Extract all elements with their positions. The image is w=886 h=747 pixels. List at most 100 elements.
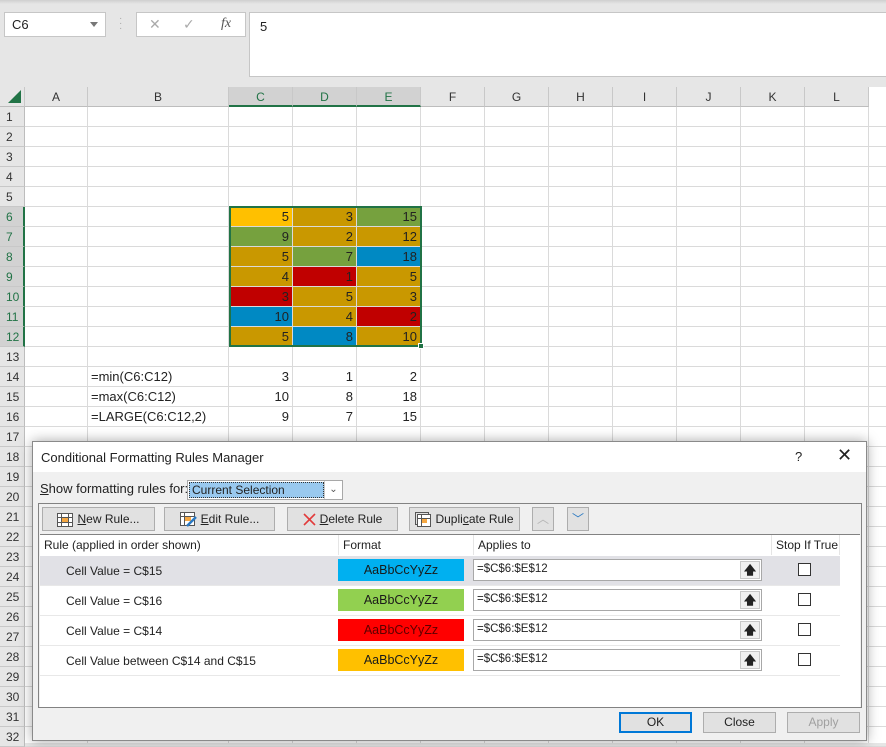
row-header-31[interactable]: 31 xyxy=(0,707,25,727)
row-header-27[interactable]: 27 xyxy=(0,627,25,647)
row-header-18[interactable]: 18 xyxy=(0,447,25,467)
column-header-a[interactable]: A xyxy=(25,87,88,107)
column-header-d[interactable]: D xyxy=(293,87,357,107)
ok-button[interactable]: OK xyxy=(619,712,692,733)
column-header-g[interactable]: G xyxy=(485,87,549,107)
row-header-20[interactable]: 20 xyxy=(0,487,25,507)
close-icon[interactable]: ✕ xyxy=(837,445,852,466)
enter-icon[interactable]: ✓ xyxy=(183,16,195,33)
rule-row[interactable]: Cell Value = C$14 AaBbCcYyZz =$C$6:$E$12… xyxy=(40,616,840,646)
row-header-14[interactable]: 14 xyxy=(0,367,25,387)
applies-to-input[interactable]: =$C$6:$E$12 🡅 xyxy=(473,619,762,641)
stop-if-true-checkbox[interactable] xyxy=(798,623,811,636)
cell-e14[interactable]: 2 xyxy=(357,367,420,386)
row-header-6[interactable]: 6 xyxy=(0,207,25,227)
row-header-13[interactable]: 13 xyxy=(0,347,25,367)
rule-row[interactable]: Cell Value between C$14 and C$15 AaBbCcY… xyxy=(40,646,840,676)
row-header-15[interactable]: 15 xyxy=(0,387,25,407)
rule-row[interactable]: Cell Value = C$15 AaBbCcYyZz =$C$6:$E$12… xyxy=(40,556,840,586)
cell-b16[interactable]: =LARGE(C6:C12,2) xyxy=(88,407,228,426)
column-header-b[interactable]: B xyxy=(88,87,229,107)
delete-rule-button[interactable]: Delete Rule xyxy=(287,507,398,531)
collapse-range-picker-icon[interactable]: 🡅 xyxy=(740,621,760,639)
select-all-button[interactable] xyxy=(0,87,25,107)
applies-to-input[interactable]: =$C$6:$E$12 🡅 xyxy=(473,589,762,611)
column-header-h[interactable]: H xyxy=(549,87,613,107)
edit-rule-button[interactable]: Edit Rule... xyxy=(164,507,275,531)
row-header-7[interactable]: 7 xyxy=(0,227,25,247)
cell-c14[interactable]: 3 xyxy=(229,367,292,386)
row-header-11[interactable]: 11 xyxy=(0,307,25,327)
cell-c15[interactable]: 10 xyxy=(229,387,292,406)
cell-b14[interactable]: =min(C6:C12) xyxy=(88,367,228,386)
row-header-3[interactable]: 3 xyxy=(0,147,25,167)
row-header-30[interactable]: 30 xyxy=(0,687,25,707)
column-header-applies-to[interactable]: Applies to xyxy=(474,535,772,555)
column-header-i[interactable]: I xyxy=(613,87,677,107)
formula-input[interactable]: 5 xyxy=(249,12,886,77)
column-header-stop-if-true[interactable]: Stop If True xyxy=(772,535,840,555)
help-button[interactable]: ? xyxy=(795,449,802,464)
row-header-25[interactable]: 25 xyxy=(0,587,25,607)
cell-e15[interactable]: 18 xyxy=(357,387,420,406)
row-header-12[interactable]: 12 xyxy=(0,327,25,347)
row-header-17[interactable]: 17 xyxy=(0,427,25,447)
column-header-rule[interactable]: Rule (applied in order shown) xyxy=(40,535,339,555)
button-label: Dupli xyxy=(435,512,463,526)
rules-list[interactable]: Rule (applied in order shown) Format App… xyxy=(40,534,860,707)
row-header-16[interactable]: 16 xyxy=(0,407,25,427)
new-rule-button[interactable]: New Rule... xyxy=(42,507,155,531)
row-header-9[interactable]: 9 xyxy=(0,267,25,287)
row-header-21[interactable]: 21 xyxy=(0,507,25,527)
row-header-23[interactable]: 23 xyxy=(0,547,25,567)
column-header-k[interactable]: K xyxy=(741,87,805,107)
collapse-range-picker-icon[interactable]: 🡅 xyxy=(740,651,760,669)
cell-d14[interactable]: 1 xyxy=(293,367,356,386)
duplicate-rule-button[interactable]: Duplicate Rule xyxy=(409,507,520,531)
cell-e16[interactable]: 15 xyxy=(357,407,420,426)
row-header-32[interactable]: 32 xyxy=(0,727,25,747)
column-header-e[interactable]: E xyxy=(357,87,421,107)
column-header-j[interactable]: J xyxy=(677,87,741,107)
fill-handle[interactable] xyxy=(418,343,424,349)
chevron-down-icon[interactable]: ⌄ xyxy=(324,481,342,499)
stop-if-true-checkbox[interactable] xyxy=(798,563,811,576)
apply-button[interactable]: Apply xyxy=(787,712,860,733)
row-header-2[interactable]: 2 xyxy=(0,127,25,147)
stop-if-true-checkbox[interactable] xyxy=(798,593,811,606)
row-header-10[interactable]: 10 xyxy=(0,287,25,307)
row-header-29[interactable]: 29 xyxy=(0,667,25,687)
row-header-24[interactable]: 24 xyxy=(0,567,25,587)
collapse-range-picker-icon[interactable]: 🡅 xyxy=(740,591,760,609)
cell-d16[interactable]: 7 xyxy=(293,407,356,426)
stop-if-true-checkbox[interactable] xyxy=(798,653,811,666)
applies-to-input[interactable]: =$C$6:$E$12 🡅 xyxy=(473,559,762,581)
collapse-range-picker-icon[interactable]: 🡅 xyxy=(740,561,760,579)
row-header-28[interactable]: 28 xyxy=(0,647,25,667)
insert-function-icon[interactable]: fx xyxy=(221,16,231,32)
move-up-button[interactable]: ︿ xyxy=(532,507,554,531)
close-button[interactable]: Close xyxy=(703,712,776,733)
show-rules-for-dropdown[interactable]: Current Selection ⌄ xyxy=(187,480,343,500)
row-header-26[interactable]: 26 xyxy=(0,607,25,627)
column-header-c[interactable]: C xyxy=(229,87,293,107)
cell-c16[interactable]: 9 xyxy=(229,407,292,426)
row-header-22[interactable]: 22 xyxy=(0,527,25,547)
cell-d15[interactable]: 8 xyxy=(293,387,356,406)
row-header-19[interactable]: 19 xyxy=(0,467,25,487)
move-down-button[interactable]: ﹀ xyxy=(567,507,589,531)
column-header-format[interactable]: Format xyxy=(339,535,474,555)
name-box-dropdown-icon[interactable] xyxy=(90,22,98,27)
row-header-4[interactable]: 4 xyxy=(0,167,25,187)
row-header-8[interactable]: 8 xyxy=(0,247,25,267)
cell-b15[interactable]: =max(C6:C12) xyxy=(88,387,228,406)
formula-bar-grip-icon[interactable]: · · · xyxy=(119,14,122,34)
name-box[interactable]: C6 xyxy=(4,12,106,37)
row-header-1[interactable]: 1 xyxy=(0,107,25,127)
row-header-5[interactable]: 5 xyxy=(0,187,25,207)
cancel-icon[interactable]: ✕ xyxy=(149,16,161,33)
rule-row[interactable]: Cell Value = C$16 AaBbCcYyZz =$C$6:$E$12… xyxy=(40,586,840,616)
column-header-f[interactable]: F xyxy=(421,87,485,107)
applies-to-input[interactable]: =$C$6:$E$12 🡅 xyxy=(473,649,762,671)
column-header-l[interactable]: L xyxy=(805,87,869,107)
